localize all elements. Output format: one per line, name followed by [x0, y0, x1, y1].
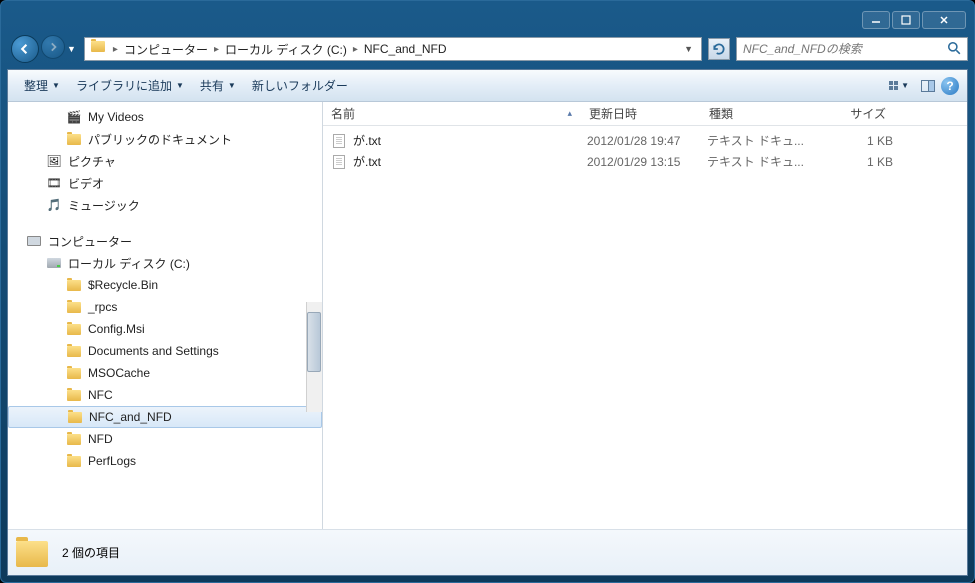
folder-icon: [66, 321, 82, 337]
folder-large-icon: [16, 538, 52, 568]
history-dropdown[interactable]: ▼: [67, 44, 76, 54]
tree-folder[interactable]: _rpcs: [8, 296, 322, 318]
tree-folder[interactable]: $Recycle.Bin: [8, 274, 322, 296]
toolbar: 整理▼ ライブラリに追加▼ 共有▼ 新しいフォルダー ▼ ?: [8, 70, 967, 102]
titlebar: [7, 7, 968, 33]
search-icon[interactable]: [947, 41, 961, 58]
chevron-right-icon[interactable]: ▸: [212, 44, 221, 55]
folder-icon: [66, 277, 82, 293]
video-icon: 🎞: [46, 175, 62, 191]
main-area: 🎬My Videos パブリックのドキュメント 🖼ピクチャ 🎞ビデオ 🎵ミュージ…: [8, 102, 967, 529]
view-grid-icon: [889, 81, 898, 90]
close-button[interactable]: [922, 11, 966, 29]
file-row[interactable]: が.txt 2012/01/29 13:15 テキスト ドキュ... 1 KB: [323, 151, 967, 172]
tree-folder[interactable]: Config.Msi: [8, 318, 322, 340]
tree-my-videos[interactable]: 🎬My Videos: [8, 106, 322, 128]
tree-folder-current[interactable]: NFC_and_NFD: [8, 406, 322, 428]
tree-pictures[interactable]: 🖼ピクチャ: [8, 150, 322, 172]
breadcrumb: ▸ コンピューター ▸ ローカル ディスク (C:) ▸ NFC_and_NFD: [111, 38, 678, 60]
text-file-icon: [331, 154, 347, 170]
music-icon: 🎵: [46, 197, 62, 213]
minimize-button[interactable]: [862, 11, 890, 29]
sort-ascending-icon: ▴: [567, 108, 572, 119]
computer-icon: [26, 233, 42, 249]
pictures-icon: 🖼: [46, 153, 62, 169]
folder-icon: [66, 343, 82, 359]
folder-icon: [66, 387, 82, 403]
video-folder-icon: 🎬: [66, 109, 82, 125]
status-bar: 2 個の項目: [8, 529, 967, 575]
back-button[interactable]: [11, 35, 39, 63]
preview-pane-icon: [921, 80, 935, 92]
folder-icon: [66, 131, 82, 147]
tree-computer[interactable]: コンピューター: [8, 230, 322, 252]
folder-icon: [66, 299, 82, 315]
file-row[interactable]: が.txt 2012/01/28 19:47 テキスト ドキュ... 1 KB: [323, 130, 967, 151]
chevron-right-icon[interactable]: ▸: [351, 44, 360, 55]
tree-folder[interactable]: NFC: [8, 384, 322, 406]
new-folder-button[interactable]: 新しいフォルダー: [244, 73, 356, 98]
text-file-icon: [331, 133, 347, 149]
column-size[interactable]: サイズ: [817, 102, 895, 125]
add-to-library-button[interactable]: ライブラリに追加▼: [68, 73, 192, 98]
tree-folder[interactable]: NFD: [8, 428, 322, 450]
tree-folder[interactable]: MSOCache: [8, 362, 322, 384]
tree-music[interactable]: 🎵ミュージック: [8, 194, 322, 216]
organize-button[interactable]: 整理▼: [16, 73, 68, 98]
crumb-folder[interactable]: NFC_and_NFD: [360, 38, 451, 60]
column-name[interactable]: 名前▴: [323, 102, 581, 125]
navigation-tree[interactable]: 🎬My Videos パブリックのドキュメント 🖼ピクチャ 🎞ビデオ 🎵ミュージ…: [8, 102, 323, 529]
search-box[interactable]: [736, 37, 968, 61]
column-type[interactable]: 種類: [701, 102, 817, 125]
column-date[interactable]: 更新日時: [581, 102, 701, 125]
column-headers: 名前▴ 更新日時 種類 サイズ: [323, 102, 967, 126]
tree-folder[interactable]: PerfLogs: [8, 450, 322, 472]
chevron-right-icon[interactable]: ▸: [111, 44, 120, 55]
forward-button[interactable]: [41, 35, 65, 59]
navbar: ▼ ▸ コンピューター ▸ ローカル ディスク (C:) ▸ NFC_and_N…: [7, 33, 968, 65]
explorer-window: ▼ ▸ コンピューター ▸ ローカル ディスク (C:) ▸ NFC_and_N…: [0, 0, 975, 583]
tree-video[interactable]: 🎞ビデオ: [8, 172, 322, 194]
address-bar[interactable]: ▸ コンピューター ▸ ローカル ディスク (C:) ▸ NFC_and_NFD…: [84, 37, 702, 61]
folder-icon: [91, 41, 107, 57]
scrollbar-thumb[interactable]: [307, 312, 321, 372]
crumb-drive[interactable]: ローカル ディスク (C:): [221, 38, 351, 60]
content-area: 整理▼ ライブラリに追加▼ 共有▼ 新しいフォルダー ▼ ? 🎬My Video…: [7, 69, 968, 576]
share-button[interactable]: 共有▼: [192, 73, 244, 98]
tree-local-disk[interactable]: ローカル ディスク (C:): [8, 252, 322, 274]
refresh-button[interactable]: [708, 38, 730, 60]
status-text: 2 個の項目: [62, 544, 120, 561]
maximize-button[interactable]: [892, 11, 920, 29]
folder-icon: [66, 365, 82, 381]
folder-icon: [67, 409, 83, 425]
crumb-computer[interactable]: コンピューター: [120, 38, 212, 60]
search-input[interactable]: [743, 42, 947, 56]
help-button[interactable]: ?: [941, 77, 959, 95]
preview-pane-button[interactable]: [915, 76, 941, 96]
drive-icon: [46, 255, 62, 271]
file-list[interactable]: が.txt 2012/01/28 19:47 テキスト ドキュ... 1 KB …: [323, 126, 967, 529]
folder-icon: [66, 453, 82, 469]
tree-folder[interactable]: Documents and Settings: [8, 340, 322, 362]
view-mode-button[interactable]: ▼: [883, 77, 915, 94]
address-dropdown[interactable]: ▼: [678, 44, 699, 54]
tree-public-docs[interactable]: パブリックのドキュメント: [8, 128, 322, 150]
file-panel: 名前▴ 更新日時 種類 サイズ が.txt 2012/01/28 19:47 テ…: [323, 102, 967, 529]
folder-icon: [66, 431, 82, 447]
